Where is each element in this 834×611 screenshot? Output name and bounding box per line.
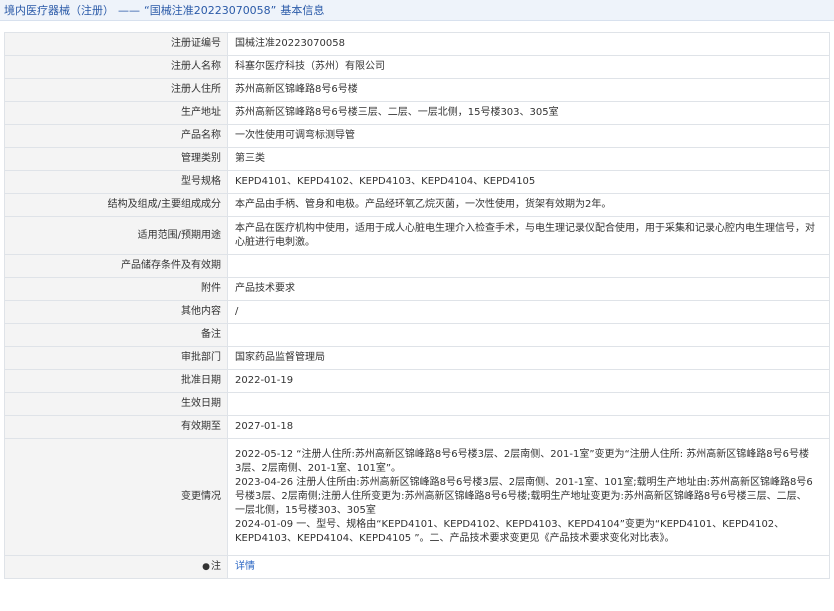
table-row: 注册人住所 苏州高新区锦峰路8号6号楼 <box>4 78 830 102</box>
row-label: 型号规格 <box>4 170 228 194</box>
title-separator: —— <box>118 3 140 17</box>
registration-number-title: “国械注准20223070058” <box>144 4 277 17</box>
row-label: 产品储存条件及有效期 <box>4 254 228 278</box>
table-row: 其他内容 / <box>4 300 830 324</box>
table-row: 审批部门 国家药品监督管理局 <box>4 346 830 370</box>
row-label: 批准日期 <box>4 369 228 393</box>
detail-link[interactable]: 详情 <box>235 561 255 572</box>
row-label: 注册人住所 <box>4 78 228 102</box>
table-row: 附件 产品技术要求 <box>4 277 830 301</box>
table-row: 注册人名称 科塞尔医疗科技（苏州）有限公司 <box>4 55 830 79</box>
row-value: 苏州高新区锦峰路8号6号楼三层、二层、一层北侧，15号楼303、305室 <box>227 101 830 125</box>
row-label: 结构及组成/主要组成成分 <box>4 193 228 217</box>
row-label: 生效日期 <box>4 392 228 416</box>
breadcrumb: 境内医疗器械（注册） <box>4 4 114 17</box>
row-value: 一次性使用可调弯标测导管 <box>227 124 830 148</box>
row-value: 2022-01-19 <box>227 369 830 393</box>
row-value: KEPD4101、KEPD4102、KEPD4103、KEPD4104、KEPD… <box>227 170 830 194</box>
row-value: 产品技术要求 <box>227 277 830 301</box>
table-row: 产品名称 一次性使用可调弯标测导管 <box>4 124 830 148</box>
pin-icon: ● <box>202 562 210 572</box>
row-value: 科塞尔医疗科技（苏州）有限公司 <box>227 55 830 79</box>
row-label: 备注 <box>4 323 228 347</box>
row-label: 审批部门 <box>4 346 228 370</box>
row-label: 产品名称 <box>4 124 228 148</box>
row-value: 本产品在医疗机构中使用，适用于成人心脏电生理介入检查手术，与电生理记录仪配合使用… <box>227 216 830 255</box>
change-history-value: 2022-05-12 “注册人住所:苏州高新区锦峰路8号6号楼3层、2层南侧、2… <box>227 438 830 556</box>
row-value: 第三类 <box>227 147 830 171</box>
change-entry: 2023-04-26 注册人住所由:苏州高新区锦峰路8号6号楼3层、2层南侧、2… <box>235 477 813 516</box>
table-row: ●注 详情 <box>4 555 830 579</box>
row-value: 2027-01-18 <box>227 415 830 439</box>
table-row: 生效日期 <box>4 392 830 416</box>
row-value <box>227 323 830 347</box>
row-label: 注册人名称 <box>4 55 228 79</box>
row-label: 变更情况 <box>4 438 228 556</box>
row-label: 生产地址 <box>4 101 228 125</box>
table-row: 型号规格 KEPD4101、KEPD4102、KEPD4103、KEPD4104… <box>4 170 830 194</box>
row-label: 注 <box>211 561 221 572</box>
row-value: 详情 <box>227 555 830 579</box>
page-title-suffix: 基本信息 <box>280 4 325 17</box>
table-row: 批准日期 2022-01-19 <box>4 369 830 393</box>
row-value: / <box>227 300 830 324</box>
row-value: 国械注准20223070058 <box>227 32 830 56</box>
table-row: 备注 <box>4 323 830 347</box>
page-title-bar: 境内医疗器械（注册） —— “国械注准20223070058” 基本信息 <box>0 0 834 21</box>
table-row: 生产地址 苏州高新区锦峰路8号6号楼三层、二层、一层北侧，15号楼303、305… <box>4 101 830 125</box>
change-entry: 2022-05-12 “注册人住所:苏州高新区锦峰路8号6号楼3层、2层南侧、2… <box>235 449 809 474</box>
change-entry: 2024-01-09 一、型号、规格由“KEPD4101、KEPD4102、KE… <box>235 519 785 544</box>
table-row: 产品储存条件及有效期 <box>4 254 830 278</box>
row-label: 注册证编号 <box>4 32 228 56</box>
row-label: 附件 <box>4 277 228 301</box>
table-row: 结构及组成/主要组成成分 本产品由手柄、管身和电极。产品经环氧乙烷灭菌，一次性使… <box>4 193 830 217</box>
row-value: 本产品由手柄、管身和电极。产品经环氧乙烷灭菌，一次性使用，货架有效期为2年。 <box>227 193 830 217</box>
table-row: 管理类别 第三类 <box>4 147 830 171</box>
row-label: 适用范围/预期用途 <box>4 216 228 255</box>
table-row: 有效期至 2027-01-18 <box>4 415 830 439</box>
row-label: 其他内容 <box>4 300 228 324</box>
row-label: 有效期至 <box>4 415 228 439</box>
table-row: 注册证编号 国械注准20223070058 <box>4 32 830 56</box>
row-value <box>227 254 830 278</box>
row-value <box>227 392 830 416</box>
row-label: 管理类别 <box>4 147 228 171</box>
table-row: 适用范围/预期用途 本产品在医疗机构中使用，适用于成人心脏电生理介入检查手术，与… <box>4 216 830 255</box>
change-history-row: 变更情况 2022-05-12 “注册人住所:苏州高新区锦峰路8号6号楼3层、2… <box>4 438 830 556</box>
row-value: 苏州高新区锦峰路8号6号楼 <box>227 78 830 102</box>
info-table: 注册证编号 国械注准20223070058 注册人名称 科塞尔医疗科技（苏州）有… <box>4 32 830 579</box>
row-value: 国家药品监督管理局 <box>227 346 830 370</box>
note-label-cell: ●注 <box>4 555 228 579</box>
